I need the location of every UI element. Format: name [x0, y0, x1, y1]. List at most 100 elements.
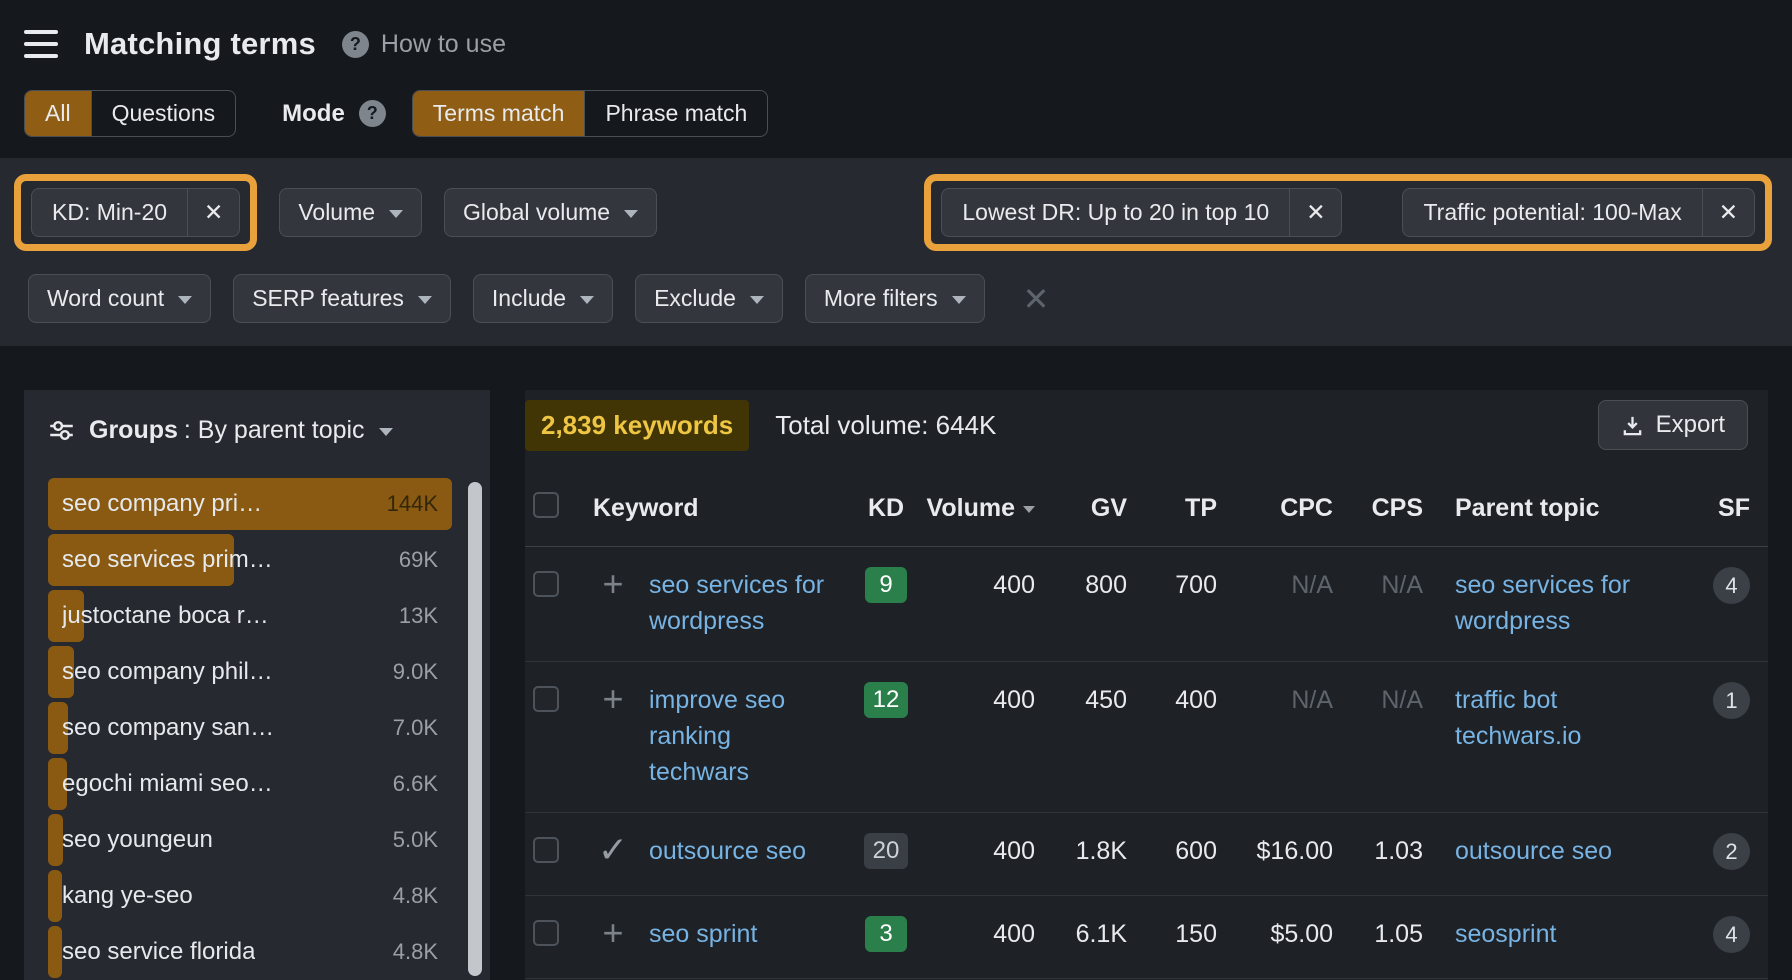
row-checkbox-cell	[525, 682, 585, 722]
col-parent-topic[interactable]: Parent topic	[1429, 490, 1704, 526]
add-keyword-button[interactable]: +	[585, 916, 641, 950]
gv-value: 450	[1041, 682, 1133, 718]
tp-value: 400	[1133, 682, 1223, 718]
tab-phrase-match[interactable]: Phrase match	[584, 91, 767, 136]
group-item[interactable]: seo company pri… 144K	[48, 478, 452, 530]
row-checkbox[interactable]	[533, 920, 559, 946]
filter-include-dropdown[interactable]: Include	[473, 274, 613, 323]
keyword-cell: seo services for wordpress	[641, 567, 853, 639]
table-row: + seo services for wordpress 9 400 800 7…	[525, 547, 1768, 662]
tab-questions[interactable]: Questions	[91, 91, 236, 136]
keyword-link[interactable]: seo sprint	[649, 916, 757, 952]
filter-exclude-dropdown[interactable]: Exclude	[635, 274, 783, 323]
col-gv[interactable]: GV	[1041, 490, 1133, 526]
filter-volume-label: Volume	[298, 199, 375, 226]
group-item[interactable]: egochi miami seo… 6.6K	[48, 758, 452, 810]
tab-terms-match[interactable]: Terms match	[413, 91, 585, 136]
filter-serp-features-dropdown[interactable]: SERP features	[233, 274, 451, 323]
remove-lowest-dr-filter-icon[interactable]: ✕	[1289, 189, 1341, 236]
filter-global-volume-dropdown[interactable]: Global volume	[444, 188, 657, 237]
parent-topic-link[interactable]: seosprint	[1455, 916, 1556, 952]
remove-kd-filter-icon[interactable]: ✕	[187, 189, 239, 236]
keyword-cell: improve seo ranking techwars	[641, 682, 853, 790]
help-icon: ?	[342, 31, 369, 58]
filter-serp-features-label: SERP features	[252, 285, 404, 312]
sf-badge[interactable]: 1	[1713, 682, 1750, 719]
remove-traffic-potential-filter-icon[interactable]: ✕	[1702, 189, 1754, 236]
group-volume: 6.6K	[393, 771, 438, 797]
sf-badge[interactable]: 4	[1713, 916, 1750, 953]
stats-row: 2,839 keywords Total volume: 644K Export	[525, 390, 1768, 452]
kd-cell: 3	[853, 916, 919, 952]
group-item[interactable]: seo services prim… 69K	[48, 534, 452, 586]
clear-filters-icon[interactable]: ✕	[1023, 283, 1050, 315]
keyword-link[interactable]: seo services for wordpress	[649, 567, 829, 639]
filter-traffic-potential-label[interactable]: Traffic potential: 100-Max	[1403, 189, 1701, 236]
filter-lowest-dr: Lowest DR: Up to 20 in top 10 ✕	[941, 188, 1342, 237]
gv-value: 6.1K	[1041, 916, 1133, 952]
select-all-checkbox[interactable]	[533, 492, 559, 518]
filter-lowest-dr-label[interactable]: Lowest DR: Up to 20 in top 10	[942, 189, 1289, 236]
parent-topic-link[interactable]: seo services for wordpress	[1455, 567, 1660, 639]
group-label: seo service florida	[62, 938, 255, 966]
keywords-table: Keyword KD Volume GV TP CPC CPS Parent t…	[525, 474, 1768, 979]
cps-value: N/A	[1339, 682, 1429, 718]
filter-volume-dropdown[interactable]: Volume	[279, 188, 422, 237]
group-item[interactable]: kang ye-seo 4.8K	[48, 870, 452, 922]
volume-value: 400	[919, 567, 1041, 603]
filter-word-count-dropdown[interactable]: Word count	[28, 274, 211, 323]
parent-topic-link[interactable]: traffic bot techwars.io	[1455, 682, 1660, 754]
row-checkbox[interactable]	[533, 571, 559, 597]
col-volume[interactable]: Volume	[919, 490, 1041, 526]
chevron-down-icon	[379, 428, 393, 436]
col-sf[interactable]: SF	[1704, 490, 1768, 526]
col-tp[interactable]: TP	[1133, 490, 1223, 526]
row-checkbox[interactable]	[533, 837, 559, 863]
group-item[interactable]: justoctane boca r… 13K	[48, 590, 452, 642]
col-cpc[interactable]: CPC	[1223, 490, 1339, 526]
add-keyword-button[interactable]: +	[585, 567, 641, 601]
group-item[interactable]: seo company phil… 9.0K	[48, 646, 452, 698]
group-label: kang ye-seo	[62, 882, 193, 910]
keyword-link[interactable]: outsource seo	[649, 833, 806, 869]
col-cps[interactable]: CPS	[1339, 490, 1429, 526]
cpc-value: N/A	[1223, 682, 1339, 718]
group-item[interactable]: seo company san… 7.0K	[48, 702, 452, 754]
keyword-link[interactable]: improve seo ranking techwars	[649, 682, 829, 790]
group-label: seo company phil…	[62, 658, 273, 686]
group-label: seo youngeun	[62, 826, 213, 854]
group-item[interactable]: seo youngeun 5.0K	[48, 814, 452, 866]
export-button[interactable]: Export	[1598, 400, 1748, 450]
group-volume: 4.8K	[393, 883, 438, 909]
row-checkbox[interactable]	[533, 686, 559, 712]
add-keyword-button[interactable]: +	[585, 682, 641, 716]
kd-badge: 3	[865, 916, 907, 952]
filter-more-filters-dropdown[interactable]: More filters	[805, 274, 985, 323]
filter-global-volume-label: Global volume	[463, 199, 610, 226]
group-volume: 9.0K	[393, 659, 438, 685]
group-volume: 7.0K	[393, 715, 438, 741]
tab-all[interactable]: All	[25, 91, 91, 136]
volume-value: 400	[919, 682, 1041, 718]
col-kd[interactable]: KD	[853, 490, 919, 526]
parent-topic-link[interactable]: outsource seo	[1455, 833, 1612, 869]
col-keyword[interactable]: Keyword	[585, 490, 853, 526]
menu-icon[interactable]	[24, 30, 58, 58]
annotation-highlight-dr-tp: Lowest DR: Up to 20 in top 10 ✕ Traffic …	[924, 174, 1772, 251]
keyword-added-indicator[interactable]: ✓	[585, 833, 641, 867]
sf-cell: 4	[1704, 916, 1768, 953]
how-to-use-link[interactable]: ? How to use	[342, 30, 506, 59]
mode-help-icon[interactable]: ?	[359, 100, 386, 127]
kd-cell: 20	[853, 833, 919, 869]
groups-title: Groups	[89, 416, 178, 445]
sf-badge[interactable]: 4	[1713, 567, 1750, 604]
gv-value: 1.8K	[1041, 833, 1133, 869]
groups-header[interactable]: Groups: By parent topic	[24, 390, 490, 445]
sidebar-scrollbar[interactable]	[468, 482, 482, 976]
filter-panel: KD: Min-20 ✕ Volume Global volume Lowest…	[0, 158, 1792, 346]
filter-kd-label[interactable]: KD: Min-20	[32, 189, 187, 236]
keyword-cell: outsource seo	[641, 833, 853, 869]
filter-word-count-label: Word count	[47, 285, 164, 312]
sf-badge[interactable]: 2	[1713, 833, 1750, 870]
group-item[interactable]: seo service florida 4.8K	[48, 926, 452, 978]
